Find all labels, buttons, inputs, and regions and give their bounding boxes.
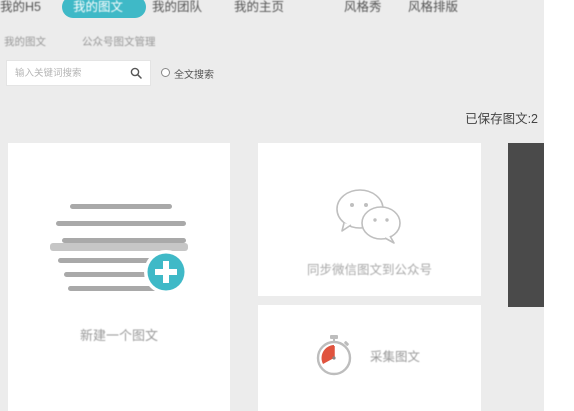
new-article-icon	[50, 204, 188, 294]
sync-wechat-label: 同步微信图文到公众号	[306, 263, 432, 277]
nav-item-style-show[interactable]: 风格秀	[344, 0, 382, 18]
fulltext-search-radio[interactable]	[161, 68, 170, 77]
fulltext-search-label: 全文搜索	[174, 70, 214, 81]
nav-item-label: 风格秀	[344, 0, 382, 14]
collect-article-card[interactable]: 采集图文	[258, 305, 481, 411]
nav-item-label: 我的团队	[152, 0, 203, 14]
nav-item-label: 我的H5	[0, 0, 41, 14]
wechat-icon	[336, 189, 401, 244]
nav-item-label: 我的图文	[73, 0, 124, 14]
collect-article-label: 采集图文	[370, 350, 421, 364]
search-box	[6, 60, 151, 86]
sync-wechat-card[interactable]: 同步微信图文到公众号	[258, 143, 481, 296]
search-icon[interactable]	[130, 67, 142, 79]
nav-item-label: 我的主页	[234, 0, 285, 14]
nav-item-style-layout[interactable]: 风格排版	[408, 0, 458, 18]
create-article-label: 新建一个图文	[79, 328, 158, 343]
nav-item-label: 风格排版	[408, 0, 459, 14]
saved-count-value: 2	[531, 112, 538, 126]
app-viewport: 我的H5 我的图文 我的团队 我的主页 风格秀 风格排版 我的图文 公众号图文管…	[0, 0, 574, 411]
subtab-official-account[interactable]: 公众号图文管理	[82, 34, 156, 49]
nav-item-my-articles[interactable]: 我的图文	[62, 0, 146, 18]
nav-item-my-homepage[interactable]: 我的主页	[234, 0, 284, 18]
stopwatch-icon	[316, 335, 352, 376]
subtab-my-articles[interactable]: 我的图文	[4, 34, 46, 49]
nav-item-my-team[interactable]: 我的团队	[152, 0, 202, 18]
saved-label: 已保存图文:	[465, 112, 532, 126]
nav-item-my-h5[interactable]: 我的H5	[0, 0, 41, 18]
create-article-card[interactable]: 新建一个图文	[8, 143, 230, 411]
saved-articles-count: 已保存图文:2	[465, 108, 538, 127]
search-input[interactable]	[15, 66, 125, 81]
article-thumbnail-card[interactable]	[508, 143, 544, 307]
